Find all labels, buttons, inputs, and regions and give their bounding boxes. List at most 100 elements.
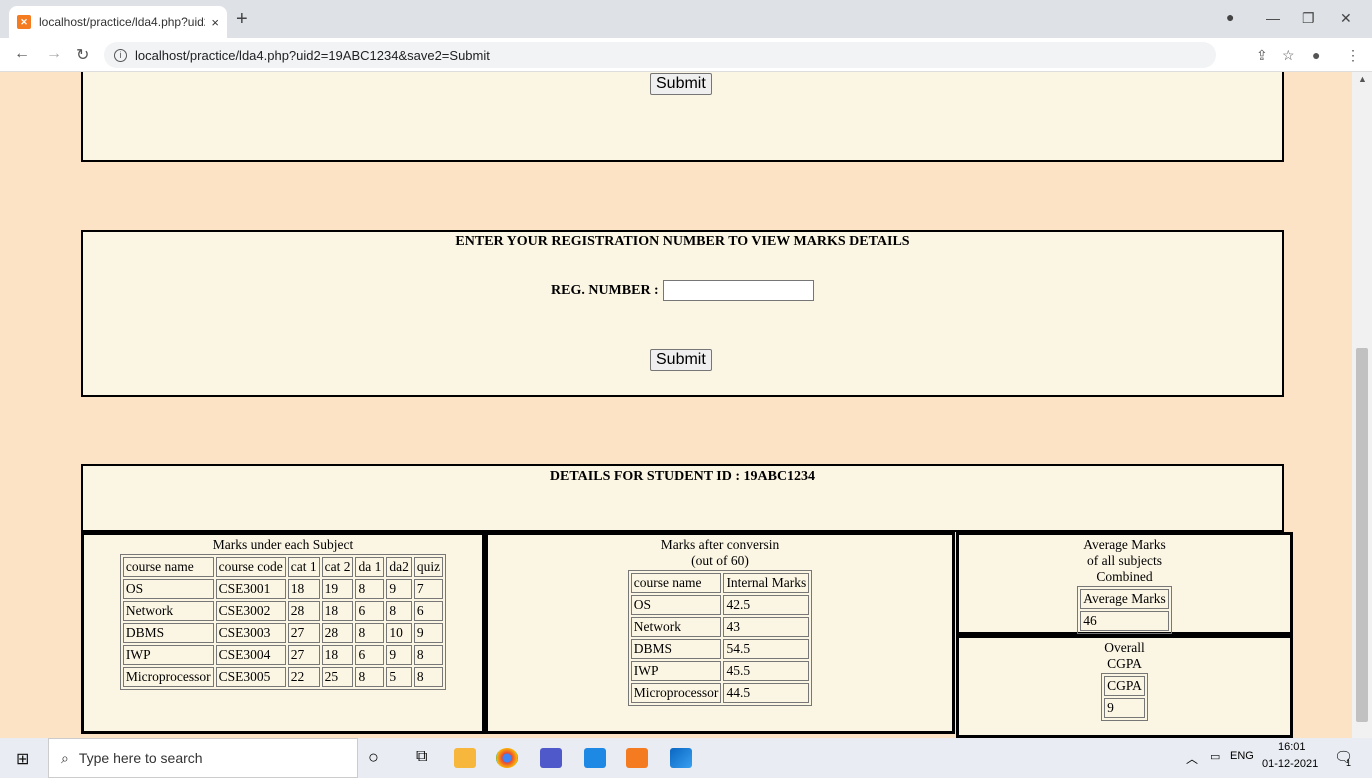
scrollbar-thumb[interactable] bbox=[1356, 348, 1368, 722]
table-cell: IWP bbox=[630, 661, 722, 681]
average-marks-table: Average Marks 46 bbox=[1077, 586, 1172, 634]
col-header: CGPA bbox=[1104, 676, 1145, 696]
col-header: cat 2 bbox=[321, 557, 354, 577]
back-arrow-icon[interactable]: ← bbox=[14, 45, 30, 63]
forward-arrow-icon[interactable]: → bbox=[46, 45, 62, 63]
cgpa-caption-1: Overall bbox=[1104, 640, 1145, 655]
windows-taskbar: ⊞ ⌕ Type here to search ○ ⧉ ︿ ▭ ENG 16:0… bbox=[0, 738, 1372, 778]
table-row: 46 bbox=[1080, 611, 1169, 631]
table-cell: 28 bbox=[287, 601, 320, 621]
table-row: Microprocessor 44.5 bbox=[630, 683, 810, 703]
minimize-icon[interactable]: — bbox=[1266, 10, 1280, 26]
marks-table: course name course code cat 1 cat 2 da 1… bbox=[119, 554, 447, 690]
teams-icon[interactable] bbox=[540, 748, 562, 768]
converted-marks-box: Marks after conversin (out of 60) course… bbox=[485, 532, 955, 734]
vertical-scrollbar[interactable]: ▲ bbox=[1352, 72, 1372, 738]
col-header: course code bbox=[215, 557, 286, 577]
table-cell: 22 bbox=[287, 667, 320, 687]
clock-time[interactable]: 16:01 bbox=[1278, 741, 1306, 753]
table-cell: 10 bbox=[386, 623, 412, 643]
table-cell: 18 bbox=[321, 645, 354, 665]
bookmark-star-icon[interactable]: ☆ bbox=[1282, 47, 1295, 64]
converted-caption-1: Marks after conversin bbox=[660, 537, 780, 552]
xampp-icon[interactable] bbox=[626, 748, 648, 768]
url-text: localhost/practice/lda4.php?uid2=19ABC12… bbox=[135, 47, 490, 63]
tab-title: localhost/practice/lda4.php?uid2 bbox=[39, 15, 206, 29]
table-cell: 27 bbox=[287, 645, 320, 665]
average-caption-2: of all subjects bbox=[1087, 553, 1162, 568]
profile-avatar-icon[interactable]: ● bbox=[1312, 47, 1320, 63]
tab-close-icon[interactable]: × bbox=[211, 15, 219, 30]
submit-button-1[interactable]: Submit bbox=[650, 73, 712, 95]
url-field[interactable]: i localhost/practice/lda4.php?uid2=19ABC… bbox=[104, 42, 1216, 68]
col-header: Internal Marks bbox=[723, 573, 810, 593]
taskbar-search-box[interactable]: ⌕ Type here to search bbox=[48, 738, 358, 778]
clock-date[interactable]: 01-12-2021 bbox=[1262, 758, 1318, 770]
kebab-menu-icon[interactable]: ⋮ bbox=[1346, 47, 1360, 64]
table-cell: 8 bbox=[355, 623, 385, 643]
marks-caption: Marks under each Subject bbox=[212, 537, 354, 552]
cortana-icon[interactable]: ○ bbox=[368, 747, 379, 768]
table-cell: 8 bbox=[413, 667, 444, 687]
chrome-icon[interactable] bbox=[496, 748, 518, 768]
notification-count: 1 bbox=[1346, 758, 1352, 768]
reg-number-input[interactable] bbox=[662, 280, 814, 301]
new-tab-button[interactable]: + bbox=[236, 8, 248, 31]
table-cell: 42.5 bbox=[723, 595, 810, 615]
tray-chevron-icon[interactable]: ︿ bbox=[1186, 750, 1198, 767]
table-cell: 8 bbox=[355, 667, 385, 687]
table-row: DBMS CSE3003 27 28 8 10 9 bbox=[122, 623, 444, 643]
table-row: Network 43 bbox=[630, 617, 810, 637]
table-cell: OS bbox=[122, 579, 214, 599]
photos-icon[interactable] bbox=[670, 748, 692, 768]
average-caption-1: Average Marks bbox=[1083, 537, 1166, 552]
table-cell: OS bbox=[630, 595, 722, 615]
maximize-icon[interactable]: ❐ bbox=[1302, 10, 1315, 27]
file-explorer-icon[interactable] bbox=[454, 748, 476, 768]
chrome-profile-icon[interactable]: ● bbox=[1226, 9, 1234, 25]
reload-icon[interactable]: ↻ bbox=[76, 45, 89, 65]
table-cell: IWP bbox=[122, 645, 214, 665]
average-marks-box: Average Marks of all subjects Combined A… bbox=[956, 532, 1293, 635]
table-cell: 7 bbox=[413, 579, 444, 599]
scroll-up-arrow-icon[interactable]: ▲ bbox=[1358, 74, 1367, 84]
table-cell: CSE3004 bbox=[215, 645, 286, 665]
site-info-icon[interactable]: i bbox=[114, 48, 127, 62]
col-header: course name bbox=[122, 557, 214, 577]
battery-icon[interactable]: ▭ bbox=[1210, 750, 1220, 763]
table-cell: 18 bbox=[321, 601, 354, 621]
browser-tab[interactable]: ✕ localhost/practice/lda4.php?uid2 × bbox=[9, 6, 227, 38]
table-cell: 54.5 bbox=[723, 639, 810, 659]
table-cell: 6 bbox=[413, 601, 444, 621]
task-view-icon[interactable]: ⧉ bbox=[416, 748, 427, 766]
language-indicator[interactable]: ENG bbox=[1230, 750, 1254, 762]
browser-tab-bar: ✕ localhost/practice/lda4.php?uid2 × + ●… bbox=[0, 0, 1372, 38]
table-cell: Microprocessor bbox=[630, 683, 722, 703]
student-details-box: DETAILS FOR STUDENT ID : 19ABC1234 bbox=[81, 464, 1284, 532]
col-header: da2 bbox=[386, 557, 412, 577]
table-cell: 5 bbox=[386, 667, 412, 687]
student-details-heading: DETAILS FOR STUDENT ID : 19ABC1234 bbox=[549, 469, 816, 484]
table-cell: 9 bbox=[386, 579, 412, 599]
search-icon: ⌕ bbox=[61, 749, 69, 766]
table-row: Microprocessor CSE3005 22 25 8 5 8 bbox=[122, 667, 444, 687]
converted-caption-2: (out of 60) bbox=[691, 553, 749, 568]
window-close-icon[interactable]: ✕ bbox=[1340, 10, 1352, 27]
col-header: course name bbox=[630, 573, 722, 593]
table-cell: 18 bbox=[287, 579, 320, 599]
table-row: IWP CSE3004 27 18 6 9 8 bbox=[122, 645, 444, 665]
uid-form-box: Submit bbox=[81, 72, 1284, 162]
table-cell: 6 bbox=[355, 645, 385, 665]
table-cell: 9 bbox=[413, 623, 444, 643]
table-cell: 9 bbox=[1104, 698, 1145, 718]
table-cell: 8 bbox=[413, 645, 444, 665]
share-icon[interactable]: ⇪ bbox=[1256, 47, 1268, 64]
table-cell: CSE3001 bbox=[215, 579, 286, 599]
vscode-icon[interactable] bbox=[584, 748, 606, 768]
xampp-favicon-icon: ✕ bbox=[17, 15, 31, 29]
table-cell: 45.5 bbox=[723, 661, 810, 681]
windows-start-icon[interactable]: ⊞ bbox=[16, 749, 29, 769]
submit-button-2[interactable]: Submit bbox=[650, 349, 712, 371]
table-cell: 43 bbox=[723, 617, 810, 637]
col-header: Average Marks bbox=[1080, 589, 1169, 609]
